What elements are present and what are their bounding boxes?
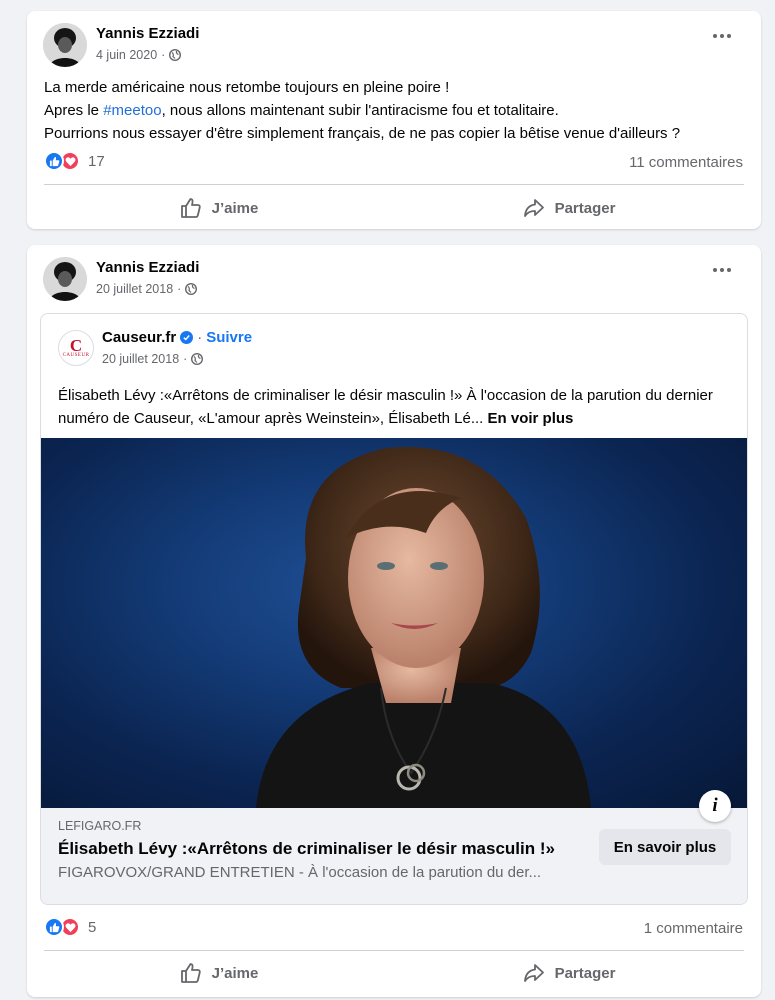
globe-icon — [169, 49, 182, 61]
post-card: Yannis Ezziadi 4 juin 2020 · La merde am… — [27, 11, 761, 229]
post-meta: 20 juillet 2018 · — [96, 282, 198, 296]
logo-word: CAUSEUR — [62, 353, 90, 358]
post-card: Yannis Ezziadi 20 juillet 2018 · C CAUSE… — [27, 245, 761, 997]
follow-button[interactable]: Suivre — [206, 329, 252, 346]
thumbs-up-icon — [180, 963, 201, 983]
share-icon — [523, 199, 544, 217]
post-date[interactable]: 4 juin 2020 — [96, 48, 157, 62]
post-text: La merde américaine nous retombe toujour… — [44, 76, 749, 145]
share-label: Partager — [554, 199, 616, 217]
hashtag-link[interactable]: #meetoo — [103, 102, 161, 119]
source-header: Causeur.fr · Suivre — [102, 329, 252, 346]
more-options-icon[interactable] — [713, 31, 735, 41]
share-icon — [523, 964, 544, 982]
more-options-icon[interactable] — [713, 265, 735, 275]
text-fragment: Apres le — [44, 102, 104, 119]
link-domain: LEFIGARO.FR — [58, 819, 142, 833]
like-label: J’aime — [211, 199, 259, 217]
like-button[interactable]: J’aime — [44, 955, 394, 991]
info-icon[interactable]: i — [699, 790, 731, 822]
post-actions: J’aime Partager — [44, 190, 744, 226]
globe-icon — [191, 353, 204, 365]
post-text-line: Apres le #meetoo, nous allons maintenant… — [44, 99, 749, 122]
shared-text-body: Élisabeth Lévy :«Arrêtons de criminalise… — [58, 387, 713, 427]
see-more-link[interactable]: En voir plus — [488, 410, 574, 427]
shared-text: Élisabeth Lévy :«Arrêtons de criminalise… — [58, 384, 738, 430]
source-meta: 20 juillet 2018 · — [102, 352, 204, 366]
reaction-count: 17 — [88, 152, 105, 170]
reactions-summary[interactable]: 17 — [44, 151, 105, 171]
reaction-count: 5 — [88, 918, 97, 936]
author-avatar[interactable] — [43, 257, 87, 301]
link-preview[interactable]: LEFIGARO.FR Élisabeth Lévy :«Arrêtons de… — [41, 808, 747, 904]
post-text-line: La merde américaine nous retombe toujour… — [44, 79, 450, 96]
post-actions: J’aime Partager — [44, 955, 744, 991]
like-button[interactable]: J’aime — [44, 190, 394, 226]
share-button[interactable]: Partager — [394, 955, 744, 991]
like-label: J’aime — [211, 964, 259, 982]
share-button[interactable]: Partager — [394, 190, 744, 226]
separator: · — [197, 329, 203, 346]
like-reaction-icon — [44, 917, 64, 937]
thumbs-up-icon — [180, 198, 201, 218]
link-title[interactable]: Élisabeth Lévy :«Arrêtons de criminalise… — [58, 839, 555, 859]
post-date[interactable]: 20 juillet 2018 — [96, 282, 173, 296]
reactions-summary[interactable]: 5 — [44, 917, 96, 937]
shared-post: C CAUSEUR Causeur.fr · Suivre 20 juillet… — [40, 313, 748, 905]
author-avatar[interactable] — [43, 23, 87, 67]
divider — [44, 950, 744, 951]
post-text-line: Pourrions nous essayer d'être simplement… — [44, 125, 681, 142]
like-reaction-icon — [44, 151, 64, 171]
shared-date[interactable]: 20 juillet 2018 — [102, 352, 179, 366]
share-label: Partager — [554, 964, 616, 982]
learn-more-button[interactable]: En savoir plus — [599, 829, 731, 865]
author-name[interactable]: Yannis Ezziadi — [96, 259, 199, 276]
globe-icon — [185, 283, 198, 295]
divider — [44, 184, 744, 185]
comments-count[interactable]: 11 commentaires — [629, 154, 743, 171]
article-photo[interactable] — [41, 438, 747, 808]
text-fragment: , nous allons maintenant subir l'antirac… — [161, 102, 559, 119]
logo-letter: C — [69, 336, 83, 355]
author-name[interactable]: Yannis Ezziadi — [96, 25, 199, 42]
link-description: FIGAROVOX/GRAND ENTRETIEN - À l'occasion… — [58, 864, 542, 881]
source-logo[interactable]: C CAUSEUR — [58, 330, 94, 366]
post-meta: 4 juin 2020 · — [96, 48, 182, 62]
comments-count[interactable]: 1 commentaire — [644, 920, 743, 937]
source-name[interactable]: Causeur.fr — [102, 329, 176, 346]
verified-badge-icon — [180, 331, 194, 344]
